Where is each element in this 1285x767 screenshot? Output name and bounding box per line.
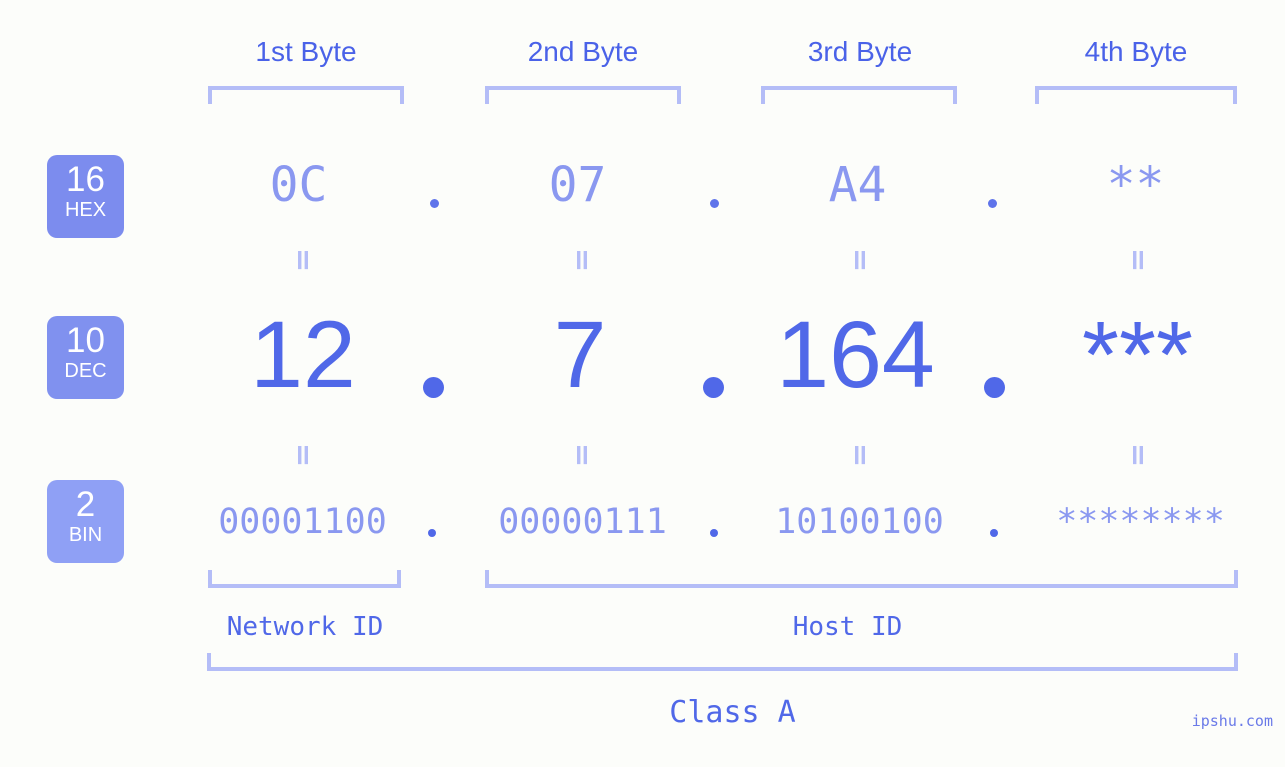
ip-address-breakdown-diagram: 1st Byte 2nd Byte 3rd Byte 4th Byte 16 H… — [0, 0, 1285, 767]
class-bracket — [207, 653, 1238, 671]
bin-byte-1: 00001100 — [218, 502, 387, 542]
bin-separator-1 — [428, 529, 436, 537]
byte-bracket-3 — [761, 86, 957, 104]
byte-bracket-1 — [208, 86, 404, 104]
bin-byte-4: ******** — [1056, 502, 1225, 542]
radix-badge-hex-name: HEX — [64, 199, 107, 221]
radix-badge-bin-name: BIN — [68, 524, 103, 546]
hex-separator-2 — [710, 199, 719, 208]
byte-bracket-2 — [485, 86, 681, 104]
dec-separator-3 — [984, 377, 1005, 398]
byte-header-2: 2nd Byte — [527, 36, 639, 67]
dec-byte-3: 164 — [776, 302, 935, 408]
dec-separator-2 — [703, 377, 724, 398]
bin-byte-2: 00000111 — [498, 502, 667, 542]
radix-badge-dec-name: DEC — [64, 360, 107, 382]
bin-separator-3 — [990, 529, 998, 537]
byte-header-4: 4th Byte — [1084, 36, 1188, 67]
radix-badge-hex-number: 16 — [66, 160, 105, 199]
site-watermark: ipshu.com — [1191, 712, 1273, 730]
hex-byte-1: 0C — [269, 157, 328, 213]
equals-icon-hex-dec-1: = — [287, 247, 322, 273]
dec-byte-4: *** — [1082, 302, 1193, 408]
byte-header-3: 3rd Byte — [807, 36, 913, 67]
network-id-label: Network ID — [226, 612, 384, 642]
network-id-bracket — [208, 570, 401, 588]
dec-separator-1 — [423, 377, 444, 398]
equals-icon-hex-dec-4: = — [1122, 247, 1157, 273]
hex-byte-4: ** — [1106, 157, 1165, 213]
hex-byte-2: 07 — [548, 157, 607, 213]
equals-icon-dec-bin-2: = — [566, 442, 601, 468]
radix-badge-bin: 2 BIN — [47, 480, 124, 563]
dec-byte-2: 7 — [553, 302, 607, 408]
host-id-label: Host ID — [792, 612, 903, 642]
bin-byte-3: 10100100 — [775, 502, 944, 542]
equals-icon-dec-bin-3: = — [844, 442, 879, 468]
class-label: Class A — [669, 695, 796, 730]
bin-separator-2 — [710, 529, 718, 537]
byte-bracket-4 — [1035, 86, 1237, 104]
radix-badge-dec-number: 10 — [66, 321, 105, 360]
hex-byte-3: A4 — [828, 157, 887, 213]
byte-header-1: 1st Byte — [255, 36, 357, 67]
equals-icon-hex-dec-2: = — [566, 247, 601, 273]
equals-icon-dec-bin-4: = — [1122, 442, 1157, 468]
hex-separator-3 — [988, 199, 997, 208]
radix-badge-dec: 10 DEC — [47, 316, 124, 399]
equals-icon-hex-dec-3: = — [844, 247, 879, 273]
radix-badge-hex: 16 HEX — [47, 155, 124, 238]
host-id-bracket — [485, 570, 1238, 588]
dec-byte-1: 12 — [250, 302, 356, 408]
equals-icon-dec-bin-1: = — [287, 442, 322, 468]
hex-separator-1 — [430, 199, 439, 208]
radix-badge-bin-number: 2 — [75, 485, 96, 524]
